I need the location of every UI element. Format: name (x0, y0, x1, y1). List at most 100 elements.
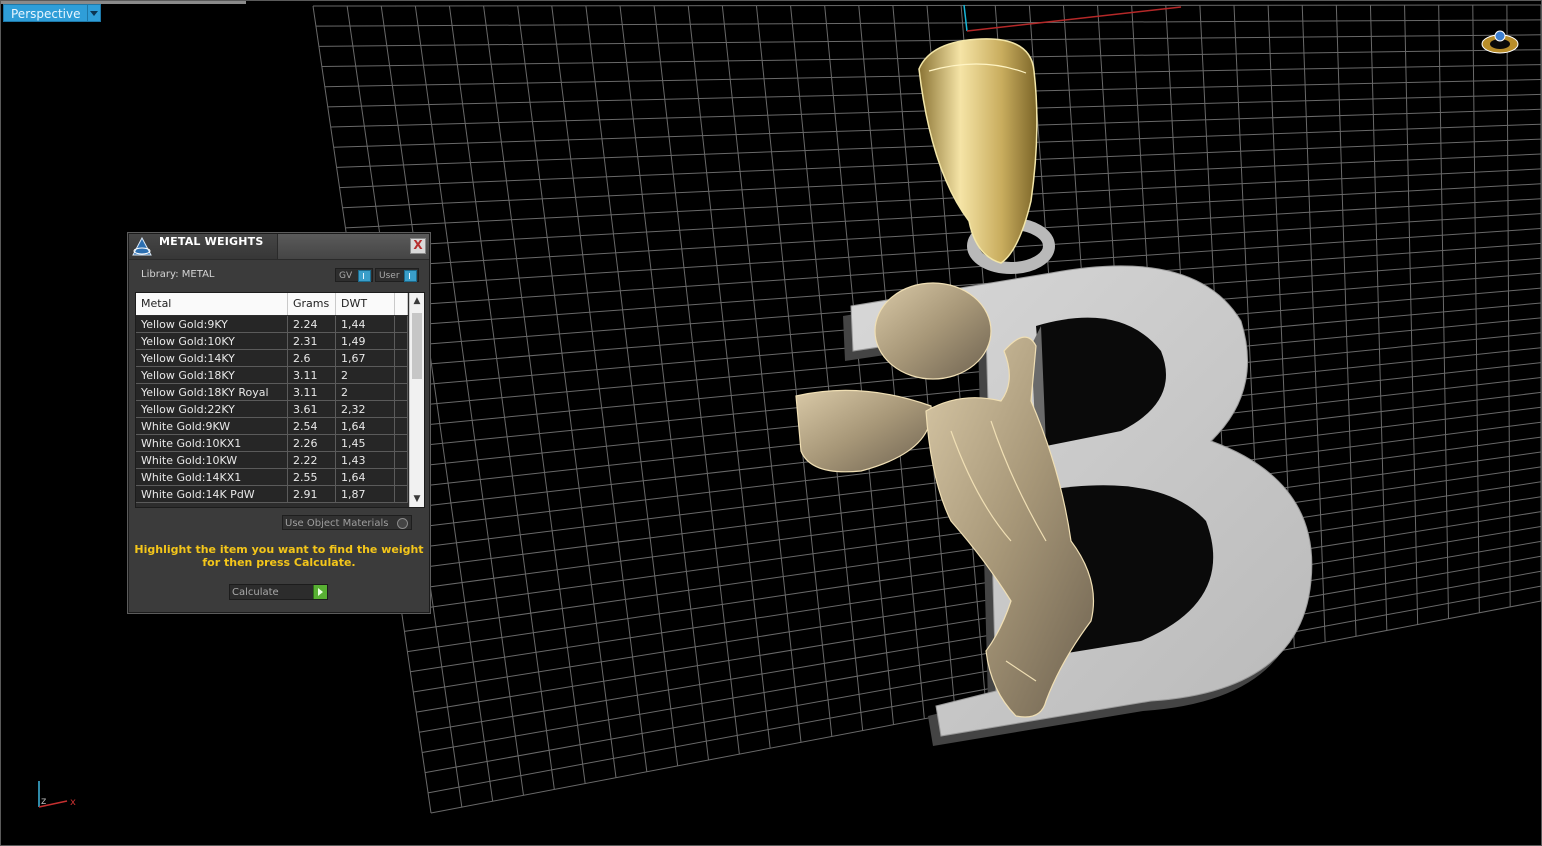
scroll-down-icon[interactable]: ▼ (410, 492, 424, 506)
row-extra-cell (395, 316, 408, 332)
grams-cell: 2.6 (288, 350, 336, 366)
metal-cell: Yellow Gold:22KY (136, 401, 288, 417)
dwt-cell: 1,49 (336, 333, 395, 349)
row-extra-cell (395, 401, 408, 417)
user-toggle-label: User (379, 271, 400, 281)
metal-cell: Yellow Gold:18KY Royal (136, 384, 288, 400)
grid-line (312, 4, 1541, 7)
grid-line (348, 183, 1541, 249)
pendant-bail (918, 38, 1038, 264)
dwt-cell: 1,64 (336, 469, 395, 485)
dwt-cell: 1,67 (336, 350, 395, 366)
dwt-cell: 2 (336, 367, 395, 383)
column-header-extra (395, 293, 408, 315)
table-body: Yellow Gold:9KY 2.24 1,44 Yellow Gold:10KY 2… (136, 316, 408, 503)
column-header-metal[interactable]: Metal (136, 293, 288, 315)
close-button[interactable]: X (410, 238, 426, 254)
scroll-thumb[interactable] (412, 313, 422, 379)
metal-cell: Yellow Gold:14KY (136, 350, 288, 366)
grams-cell: 2.91 (288, 486, 336, 502)
dwt-cell: 1,44 (336, 316, 395, 332)
table-row[interactable]: Yellow Gold:9KY 2.24 1,44 (136, 316, 408, 333)
metal-cell: Yellow Gold:18KY (136, 367, 288, 383)
table-row[interactable]: White Gold:10KX1 2.26 1,45 (136, 435, 408, 452)
panel-titlebar[interactable]: METAL WEIGHTS X (129, 234, 429, 260)
metal-cell: White Gold:14K PdW (136, 486, 288, 502)
viewport-menu[interactable]: Perspective (3, 4, 101, 22)
metal-cell: White Gold:9KW (136, 418, 288, 434)
row-extra-cell (395, 486, 408, 502)
metal-cell: Yellow Gold:10KY (136, 333, 288, 349)
use-object-materials-label: Use Object Materials (285, 518, 389, 529)
grid-line (427, 585, 1541, 794)
grams-cell: 2.26 (288, 435, 336, 451)
metal-cell: Yellow Gold:9KY (136, 316, 288, 332)
grams-cell: 2.31 (288, 333, 336, 349)
grams-cell: 2.22 (288, 452, 336, 468)
x-axis-line (966, 6, 1182, 32)
row-extra-cell (395, 333, 408, 349)
use-object-materials-option[interactable]: Use Object Materials (282, 515, 412, 530)
table-row[interactable]: Yellow Gold:10KY 2.31 1,49 (136, 333, 408, 350)
table-row[interactable]: Yellow Gold:22KY 3.61 2,32 (136, 401, 408, 418)
y-axis-line (963, 4, 968, 32)
row-extra-cell (395, 418, 408, 434)
row-extra-cell (395, 435, 408, 451)
view-navigation-icon[interactable] (1481, 30, 1519, 54)
library-label: Library: METAL (141, 269, 215, 280)
row-extra-cell (395, 384, 408, 400)
axis-x-label: x (70, 797, 76, 808)
table-scrollbar[interactable]: ▲ ▼ (409, 293, 424, 507)
dwt-cell: 1,64 (336, 418, 395, 434)
axis-z-label: z (41, 796, 46, 807)
table-row[interactable]: White Gold:10KW 2.22 1,43 (136, 452, 408, 469)
metal-weights-panel: METAL WEIGHTS X Library: METAL GV User M… (128, 233, 430, 613)
use-object-materials-radio[interactable] (397, 518, 408, 529)
grams-cell: 2.55 (288, 469, 336, 485)
grams-cell: 3.11 (288, 384, 336, 400)
dwt-cell: 2,32 (336, 401, 395, 417)
gv-toggle-label: GV (339, 271, 353, 281)
row-extra-cell (395, 367, 408, 383)
table-row[interactable]: Yellow Gold:18KY Royal 3.11 2 (136, 384, 408, 401)
column-header-dwt[interactable]: DWT (336, 293, 395, 315)
play-arrow-icon (313, 585, 327, 599)
metal-table[interactable]: Metal Grams DWT Yellow Gold:9KY 2.24 1,44 Y… (135, 292, 425, 508)
grams-cell: 2.54 (288, 418, 336, 434)
table-header: Metal Grams DWT (136, 293, 408, 315)
scroll-up-icon[interactable]: ▲ (410, 294, 424, 308)
row-extra-cell (395, 452, 408, 468)
calculate-button[interactable]: Calculate (229, 584, 328, 600)
user-toggle-knob-icon (404, 270, 417, 282)
matrix-logo-icon (132, 236, 152, 256)
calculate-hint: Highlight the item you want to find the … (134, 543, 424, 569)
metal-cell: White Gold:10KW (136, 452, 288, 468)
calculate-label: Calculate (232, 587, 279, 598)
table-row[interactable]: Yellow Gold:14KY 2.6 1,67 (136, 350, 408, 367)
metal-cell: White Gold:14KX1 (136, 469, 288, 485)
grid-line (425, 570, 1541, 774)
panel-title-tab: METAL WEIGHTS (129, 234, 278, 259)
dwt-cell: 1,45 (336, 435, 395, 451)
panel-title: METAL WEIGHTS (159, 235, 264, 248)
gv-toggle-knob-icon (358, 270, 371, 282)
gv-toggle[interactable]: GV (335, 268, 373, 282)
viewport-label[interactable]: Perspective (3, 4, 88, 22)
grid-line (354, 213, 1541, 289)
table-row[interactable]: White Gold:14KX1 2.55 1,64 (136, 469, 408, 486)
row-extra-cell (395, 350, 408, 366)
user-toggle[interactable]: User (375, 268, 419, 282)
viewport-dropdown-icon[interactable] (87, 4, 101, 22)
table-row[interactable]: White Gold:9KW 2.54 1,64 (136, 418, 408, 435)
table-row[interactable]: Yellow Gold:18KY 3.11 2 (136, 367, 408, 384)
column-header-grams[interactable]: Grams (288, 293, 336, 315)
grams-cell: 3.61 (288, 401, 336, 417)
grams-cell: 3.11 (288, 367, 336, 383)
dwt-cell: 2 (336, 384, 395, 400)
grid-line (351, 198, 1541, 269)
dwt-cell: 1,87 (336, 486, 395, 502)
row-extra-cell (395, 469, 408, 485)
grams-cell: 2.24 (288, 316, 336, 332)
dwt-cell: 1,43 (336, 452, 395, 468)
table-row[interactable]: White Gold:14K PdW 2.91 1,87 (136, 486, 408, 503)
